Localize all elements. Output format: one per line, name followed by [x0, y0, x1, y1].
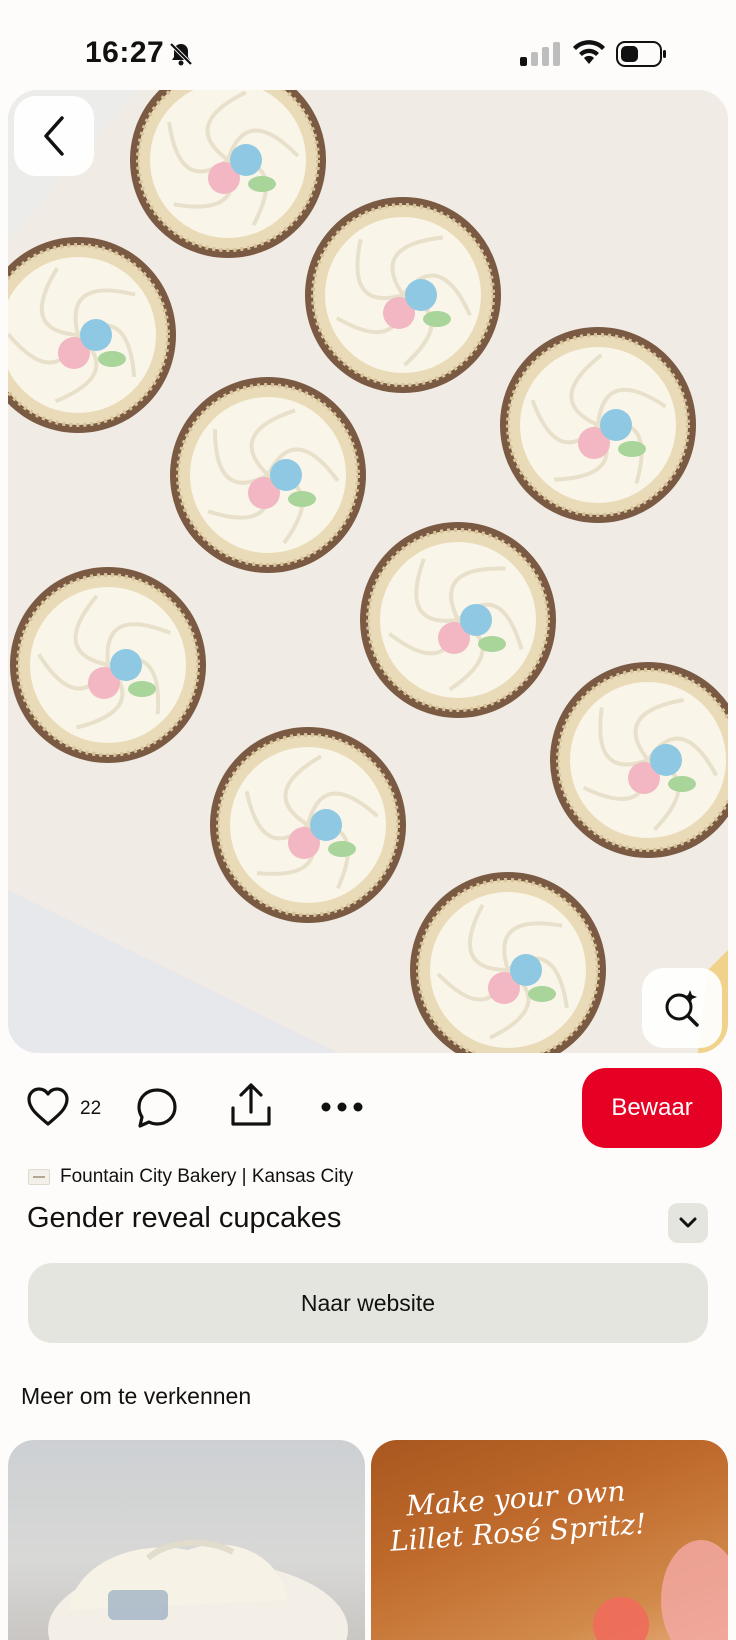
- more-to-explore-heading: Meer om te verkennen: [21, 1383, 252, 1409]
- source-link[interactable]: Fountain City Bakery | Kansas City: [28, 1164, 353, 1190]
- save-button[interactable]: Bewaar: [582, 1068, 722, 1148]
- lens-search-icon: [665, 990, 699, 1027]
- more-options-icon[interactable]: [320, 1100, 364, 1114]
- share-icon[interactable]: [229, 1082, 273, 1128]
- pin-image[interactable]: [8, 90, 728, 1053]
- related-pin-card[interactable]: [8, 1440, 365, 1640]
- related-pin-card[interactable]: Make your own Lillet Rosé Spritz!: [371, 1440, 728, 1640]
- cupcake: [410, 872, 606, 1053]
- like-count: 22: [80, 1098, 102, 1119]
- pin-title: Gender reveal cupcakes: [27, 1202, 342, 1234]
- chevron-left-icon: [44, 116, 64, 156]
- cupcake: [8, 237, 176, 433]
- cupcake-photo: [48, 1539, 348, 1640]
- source-name: Fountain City Bakery | Kansas City: [60, 1166, 354, 1187]
- signal-icon: [520, 42, 560, 66]
- cupcakes-layer: [8, 90, 728, 1053]
- wifi-icon: [573, 40, 605, 64]
- chevron-down-icon: [679, 1217, 697, 1228]
- visit-website-button[interactable]: Naar website: [28, 1263, 708, 1343]
- cupcake: [130, 90, 326, 258]
- back-button[interactable]: [14, 96, 94, 176]
- battery-icon: [616, 41, 666, 67]
- status-bar: 16:27: [0, 0, 736, 92]
- cupcake: [170, 377, 366, 573]
- cupcake: [210, 727, 406, 923]
- visual-search-button[interactable]: [642, 968, 722, 1048]
- cupcake: [550, 662, 728, 858]
- cupcake: [305, 197, 501, 393]
- source-logo: [28, 1169, 50, 1185]
- heart-icon[interactable]: [26, 1086, 70, 1128]
- action-row: 22 Bewaar: [0, 1066, 736, 1150]
- bell-off-icon: [169, 42, 193, 66]
- status-time: 16:27: [85, 36, 165, 69]
- cupcake: [10, 567, 206, 763]
- expand-details-button[interactable]: [668, 1203, 708, 1243]
- comment-icon[interactable]: [135, 1086, 179, 1130]
- cupcake: [500, 327, 696, 523]
- cupcake: [360, 522, 556, 718]
